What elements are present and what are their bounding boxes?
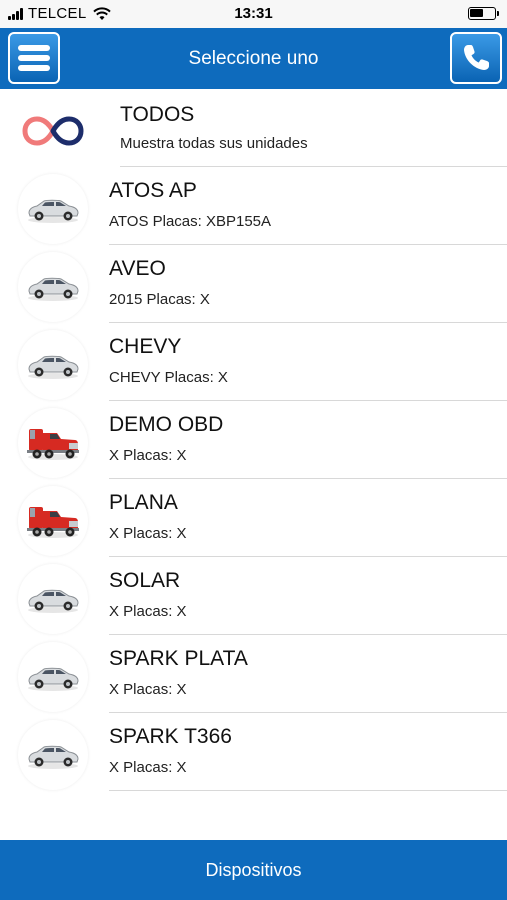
device-name: SPARK T366 — [109, 725, 232, 748]
car-icon — [28, 589, 79, 613]
infinity-icon — [22, 116, 84, 146]
status-time: 13:31 — [234, 5, 273, 22]
battery-fill — [470, 9, 483, 17]
device-detail: X Placas: X — [109, 759, 187, 776]
list-item[interactable]: AVEO 2015 Placas: X — [0, 245, 507, 323]
vehicle-thumb — [18, 642, 88, 712]
list-item[interactable]: SPARK T366 X Placas: X — [0, 713, 507, 791]
device-name: AVEO — [109, 257, 166, 280]
device-name: PLANA — [109, 491, 178, 514]
vehicle-thumb — [18, 408, 88, 478]
device-name: SOLAR — [109, 569, 181, 592]
devices-tab-label: Dispositivos — [205, 860, 302, 880]
device-name: DEMO OBD — [109, 413, 224, 436]
list-item[interactable]: SOLAR X Placas: X — [0, 557, 507, 635]
status-bar: TELCEL 13:31 — [0, 0, 507, 28]
device-detail: ATOS Placas: XBP155A — [109, 213, 272, 230]
todos-thumb — [18, 96, 88, 166]
bottom-bar[interactable]: Dispositivos — [0, 840, 507, 900]
car-icon — [28, 745, 79, 769]
todos-title: TODOS — [120, 103, 195, 126]
device-detail: 2015 Placas: X — [109, 291, 210, 308]
battery-icon — [468, 7, 499, 20]
vehicle-thumb — [18, 564, 88, 634]
device-list: TODOS Muestra todas sus unidades ATOS AP… — [0, 89, 507, 791]
call-button[interactable] — [450, 32, 502, 84]
device-name: ATOS AP — [109, 179, 197, 202]
row-divider — [109, 790, 507, 791]
truck-icon — [27, 429, 79, 460]
list-item-todos[interactable]: TODOS Muestra todas sus unidades — [0, 89, 507, 167]
device-detail: CHEVY Placas: X — [109, 369, 228, 386]
vehicle-thumb — [18, 252, 88, 322]
todos-subtitle: Muestra todas sus unidades — [120, 135, 308, 152]
list-item[interactable]: CHEVY CHEVY Placas: X — [0, 323, 507, 401]
list-item[interactable]: PLANA X Placas: X — [0, 479, 507, 557]
vehicle-thumb — [18, 174, 88, 244]
device-name: CHEVY — [109, 335, 182, 358]
page-title: Seleccione uno — [188, 48, 319, 69]
nav-bar: Seleccione uno — [0, 28, 507, 89]
list-item[interactable]: SPARK PLATA X Placas: X — [0, 635, 507, 713]
device-detail: X Placas: X — [109, 603, 187, 620]
device-detail: X Placas: X — [109, 447, 187, 464]
device-name: SPARK PLATA — [109, 647, 248, 670]
car-icon — [28, 667, 79, 691]
device-detail: X Placas: X — [109, 681, 187, 698]
car-icon — [28, 277, 79, 301]
truck-icon — [27, 507, 79, 538]
car-icon — [28, 355, 79, 379]
device-detail: X Placas: X — [109, 525, 187, 542]
list-item[interactable]: DEMO OBD X Placas: X — [0, 401, 507, 479]
list-item[interactable]: ATOS AP ATOS Placas: XBP155A — [0, 167, 507, 245]
vehicle-thumb — [18, 330, 88, 400]
vehicle-thumb — [18, 720, 88, 790]
phone-icon — [464, 45, 489, 70]
vehicle-thumb — [18, 486, 88, 556]
car-icon — [28, 199, 79, 223]
